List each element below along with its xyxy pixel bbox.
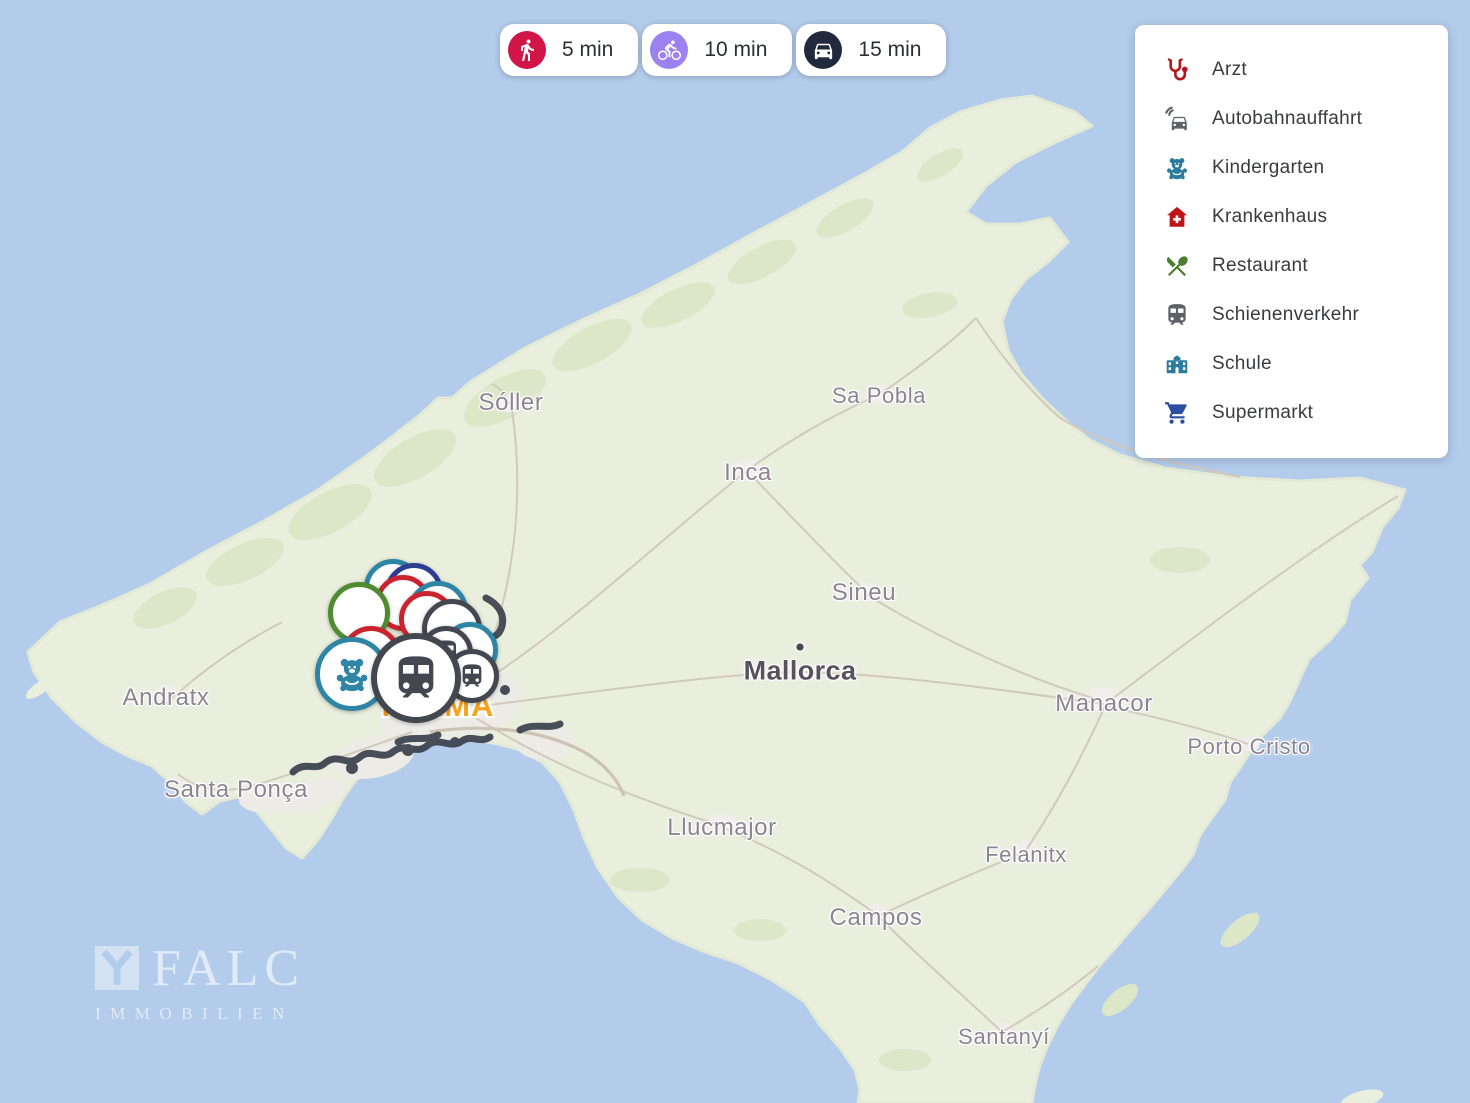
drive-time-pill[interactable]: 15 min xyxy=(796,24,946,76)
poi-legend-panel: Arzt Autobahnauffahrt xyxy=(1135,25,1448,458)
teddy-bear-icon xyxy=(332,654,372,694)
town-label-santanyi: Santanyí xyxy=(958,1024,1050,1050)
legend-item-autobahnauffahrt[interactable]: Autobahnauffahrt xyxy=(1135,106,1448,133)
town-label-felanitx: Felanitx xyxy=(985,842,1067,868)
cyclist-icon xyxy=(650,31,688,69)
travel-time-bar: 5 min 10 min 15 min xyxy=(500,24,946,76)
legend-label: Schule xyxy=(1212,353,1272,375)
legend-item-krankenhaus[interactable]: Krankenhaus xyxy=(1135,204,1448,231)
legend-label: Supermarkt xyxy=(1212,402,1313,424)
legend-item-kindergarten[interactable]: Kindergarten xyxy=(1135,155,1448,182)
town-label-llucmajor: Llucmajor xyxy=(667,814,776,842)
watermark-brand: FALC xyxy=(152,946,305,992)
poi-marker-schienenverkehr[interactable] xyxy=(371,633,461,723)
walk-time-label: 5 min xyxy=(562,38,613,62)
legend-item-restaurant[interactable]: Restaurant xyxy=(1135,252,1448,279)
town-label-manacor: Manacor xyxy=(1055,690,1153,718)
cutlery-icon xyxy=(1163,252,1190,279)
watermark-subtitle: IMMOBILIEN xyxy=(95,1004,305,1024)
legend-label: Restaurant xyxy=(1212,255,1308,277)
shopping-cart-icon xyxy=(1163,399,1190,426)
stethoscope-icon xyxy=(1163,57,1190,84)
motorway-ramp-icon xyxy=(1163,106,1190,133)
teddy-bear-icon xyxy=(1163,155,1190,182)
town-label-porto-cristo: Porto Cristo xyxy=(1187,734,1310,760)
train-icon xyxy=(1163,301,1190,328)
legend-label: Arzt xyxy=(1212,59,1247,81)
car-icon xyxy=(804,31,842,69)
school-icon xyxy=(1163,350,1190,377)
legend-label: Kindergarten xyxy=(1212,157,1324,179)
hospital-icon xyxy=(1163,204,1190,231)
drive-time-label: 15 min xyxy=(858,38,921,62)
legend-item-schule[interactable]: Schule xyxy=(1135,350,1448,377)
town-label-soller: Sóller xyxy=(479,389,544,417)
legend-label: Krankenhaus xyxy=(1212,206,1327,228)
falc-logo-icon xyxy=(95,946,139,990)
bike-time-label: 10 min xyxy=(704,38,767,62)
map-screen: Sóller Sa Pobla Inca Sineu Mallorca Mana… xyxy=(0,0,1470,1103)
town-label-campos: Campos xyxy=(830,904,923,932)
train-icon xyxy=(458,662,486,690)
town-label-santa-ponca: Santa Ponça xyxy=(164,776,308,804)
legend-label: Schienenverkehr xyxy=(1212,304,1359,326)
legend-item-arzt[interactable]: Arzt xyxy=(1135,57,1448,84)
town-label-andratx: Andratx xyxy=(123,684,210,712)
legend-item-supermarkt[interactable]: Supermarkt xyxy=(1135,399,1448,426)
town-label-sineu: Sineu xyxy=(832,579,896,607)
walk-time-pill[interactable]: 5 min xyxy=(500,24,638,76)
train-icon xyxy=(390,652,442,704)
town-label-sa-pobla: Sa Pobla xyxy=(832,383,926,409)
falc-watermark: FALC IMMOBILIEN xyxy=(95,946,305,1024)
bike-time-pill[interactable]: 10 min xyxy=(642,24,792,76)
legend-item-schienenverkehr[interactable]: Schienenverkehr xyxy=(1135,301,1448,328)
town-label-inca: Inca xyxy=(724,459,772,487)
island-centre-dot xyxy=(796,643,805,652)
island-label-mallorca: Mallorca xyxy=(744,656,857,687)
legend-label: Autobahnauffahrt xyxy=(1212,108,1362,130)
walking-icon xyxy=(508,31,546,69)
